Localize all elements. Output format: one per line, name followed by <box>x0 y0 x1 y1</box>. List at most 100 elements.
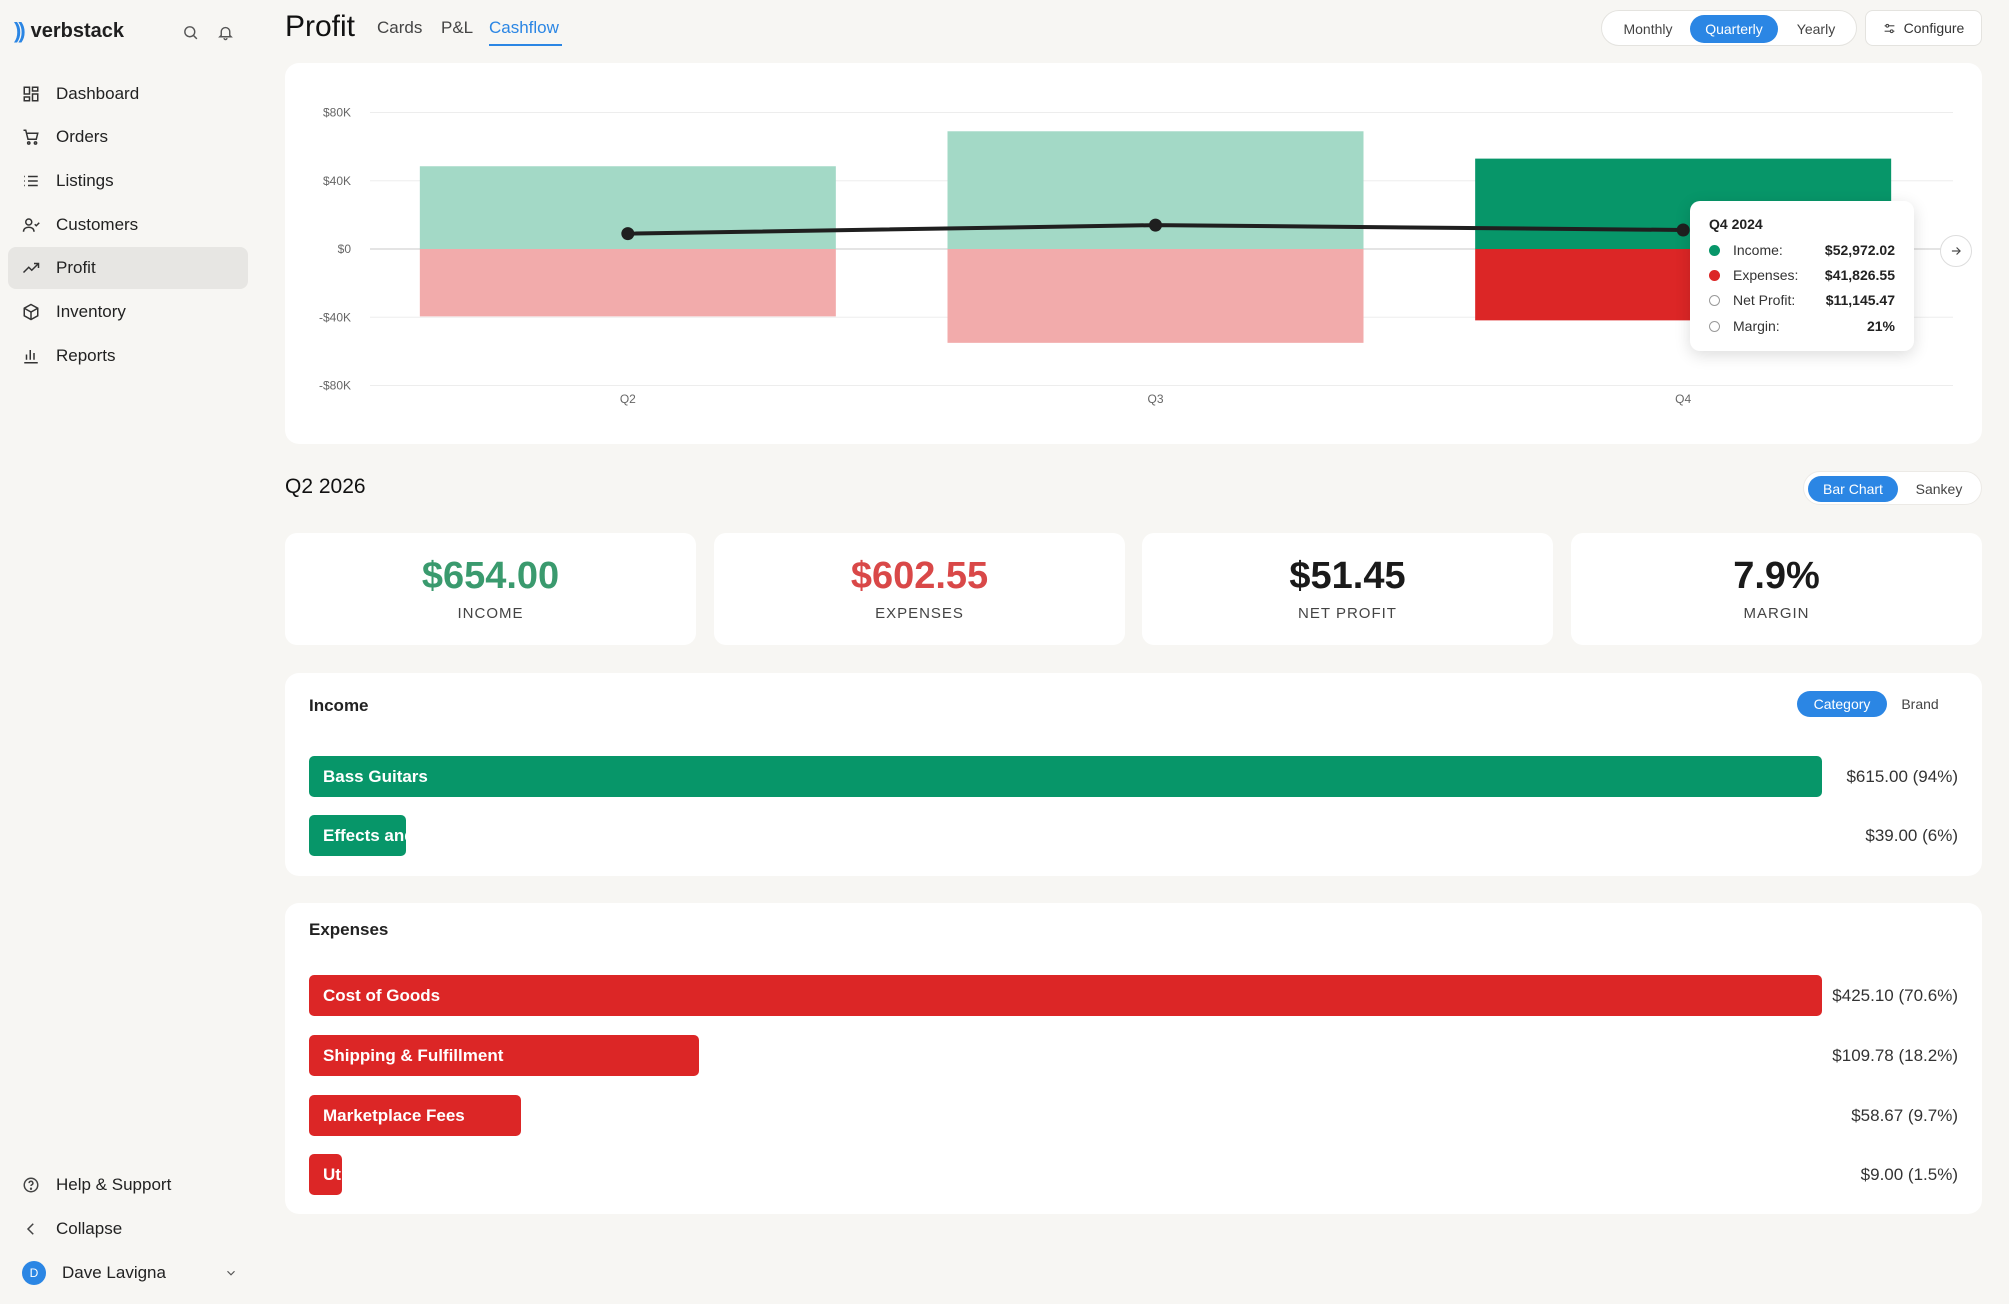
configure-label: Configure <box>1903 20 1965 36</box>
sidebar-item-dashboard[interactable]: Dashboard <box>8 73 248 115</box>
chevron-down-icon <box>227 1270 235 1276</box>
net-profit-point-q2 <box>621 227 635 241</box>
tooltip-label: Net Profit: <box>1733 292 1796 308</box>
period-title: Q2 2026 <box>285 475 366 498</box>
help-label: Help & Support <box>56 1175 172 1194</box>
tooltip-label: Margin: <box>1733 318 1780 334</box>
y-tick-label: -$80K <box>319 379 351 393</box>
trend-icon <box>22 262 40 274</box>
dashboard-icon <box>23 86 39 102</box>
kpi-label: INCOME <box>457 605 524 622</box>
list-icon <box>24 175 38 187</box>
expense-row-shipping[interactable]: Shipping & Fulfillment $109.78 (18.2%) <box>309 1035 1958 1077</box>
sidebar-item-profit[interactable]: Profit <box>8 247 248 289</box>
app-logo[interactable]: )) verbstack <box>14 18 124 44</box>
bar-chart-icon <box>24 350 38 364</box>
sidebar-item-label: Listings <box>56 171 114 190</box>
group-by-category[interactable]: Category <box>1797 691 1887 717</box>
kpi-value: $51.45 <box>1289 555 1406 597</box>
kpi-net-profit: $51.45 NET PROFIT <box>1142 533 1553 645</box>
tooltip-value: 21% <box>1866 318 1895 334</box>
expenses-dot-icon <box>1709 269 1720 281</box>
search-icon[interactable] <box>177 19 203 45</box>
arrow-right-icon <box>1951 247 1961 255</box>
income-value: $615.00 (94%) <box>1846 767 1958 786</box>
tooltip-row-net-profit: Net Profit: $11,145.47 <box>1709 292 1895 308</box>
income-title: Income <box>309 696 369 715</box>
chart-tooltip: Q4 2024 Income: $52,972.02 Expenses: $41… <box>1690 201 1914 351</box>
user-menu[interactable]: D Dave Lavigna <box>8 1253 248 1293</box>
box-icon <box>23 303 39 321</box>
tab-pl[interactable]: P&L <box>441 18 473 38</box>
chevron-left-icon <box>26 1223 34 1235</box>
income-bar: Effects and Pedals <box>309 815 406 856</box>
income-dot-icon <box>1709 244 1720 256</box>
tooltip-title: Q4 2024 <box>1709 216 1763 232</box>
expenses-bar-q2 <box>419 249 836 317</box>
sidebar-item-label: Reports <box>56 346 116 365</box>
page-title: Profit <box>285 10 356 43</box>
expense-bar: Cost of Goods <box>309 975 1822 1016</box>
expense-bar: Utilities <box>309 1154 342 1195</box>
expense-row-cost-of-goods[interactable]: Cost of Goods $425.10 (70.6%) <box>309 975 1958 1017</box>
sidebar-item-label: Orders <box>56 127 108 146</box>
tooltip-value: $41,826.55 <box>1824 267 1895 283</box>
group-by-brand[interactable]: Brand <box>1889 691 1951 717</box>
tooltip-row-income: Income: $52,972.02 <box>1709 242 1895 258</box>
sidebar-item-orders[interactable]: Orders <box>8 116 248 158</box>
collapse-button[interactable]: Collapse <box>8 1209 248 1249</box>
income-row-effects[interactable]: Effects and Pedals $39.00 (6%) <box>309 815 1958 857</box>
grouping-toggle: Category Brand <box>1793 688 1957 720</box>
bell-icon[interactable] <box>212 19 238 45</box>
sidebar-item-customers[interactable]: Customers <box>8 204 248 246</box>
cart-icon <box>23 129 39 145</box>
sidebar-item-listings[interactable]: Listings <box>8 160 248 202</box>
sidebar-item-label: Inventory <box>56 302 126 321</box>
net-profit-dot-icon <box>1709 294 1720 306</box>
period-yearly[interactable]: Yearly <box>1778 15 1854 43</box>
view-bar-chart[interactable]: Bar Chart <box>1808 476 1898 502</box>
active-tab-indicator <box>489 44 562 46</box>
margin-dot-icon <box>1709 320 1720 332</box>
tab-cashflow[interactable]: Cashflow <box>489 18 559 38</box>
expenses-title: Expenses <box>309 920 389 939</box>
tooltip-value: $11,145.47 <box>1825 292 1895 308</box>
period-quarterly[interactable]: Quarterly <box>1690 15 1778 43</box>
x-tick-label: Q3 <box>1147 392 1163 406</box>
y-tick-label: $40K <box>323 174 351 188</box>
kpi-value: 7.9% <box>1733 555 1820 597</box>
expense-value: $425.10 (70.6%) <box>1832 986 1958 1005</box>
cashflow-chart-card: $80K $40K $0 -$40K -$80K Q2 Q3 Q4 Q4 2024 Incom… <box>285 63 1982 444</box>
tooltip-label: Expenses: <box>1733 267 1799 283</box>
next-period-button[interactable] <box>1940 235 1972 267</box>
page-header: Profit Cards P&L Cashflow Monthly Quarte… <box>285 0 1982 56</box>
tab-cards[interactable]: Cards <box>377 18 422 38</box>
kpi-value: $654.00 <box>421 555 560 597</box>
income-row-bass-guitars[interactable]: Bass Guitars $615.00 (94%) <box>309 756 1958 798</box>
sliders-icon <box>1884 23 1895 33</box>
income-value: $39.00 (6%) <box>1865 826 1958 845</box>
expense-value: $9.00 (1.5%) <box>1860 1165 1958 1184</box>
tooltip-row-margin: Margin: 21% <box>1709 318 1895 334</box>
kpi-expenses: $602.55 EXPENSES <box>714 533 1125 645</box>
help-circle-icon <box>23 1177 39 1193</box>
expense-row-marketplace-fees[interactable]: Marketplace Fees $58.67 (9.7%) <box>309 1095 1958 1137</box>
logo-mark-icon: )) <box>14 18 26 43</box>
help-support-link[interactable]: Help & Support <box>8 1165 248 1205</box>
x-tick-label: Q2 <box>620 392 636 406</box>
user-name: Dave Lavigna <box>62 1263 166 1282</box>
sidebar-item-label: Customers <box>56 215 139 234</box>
sidebar-item-reports[interactable]: Reports <box>8 335 248 377</box>
sidebar-item-inventory[interactable]: Inventory <box>8 291 248 333</box>
y-tick-label: -$40K <box>319 310 351 324</box>
expense-bar: Shipping & Fulfillment <box>309 1035 699 1076</box>
period-monthly[interactable]: Monthly <box>1606 15 1690 43</box>
configure-button[interactable]: Configure <box>1865 10 1982 46</box>
tooltip-label: Income: <box>1733 242 1783 258</box>
sidebar-item-label: Dashboard <box>56 84 140 103</box>
expenses-breakdown-panel: Expenses Cost of Goods $425.10 (70.6%) S… <box>285 903 1982 1214</box>
expense-row-utilities[interactable]: Utilities $9.00 (1.5%) <box>309 1154 1958 1196</box>
sidebar-item-label: Profit <box>56 258 96 277</box>
view-sankey[interactable]: Sankey <box>1900 476 1978 502</box>
kpi-label: NET PROFIT <box>1298 605 1397 622</box>
